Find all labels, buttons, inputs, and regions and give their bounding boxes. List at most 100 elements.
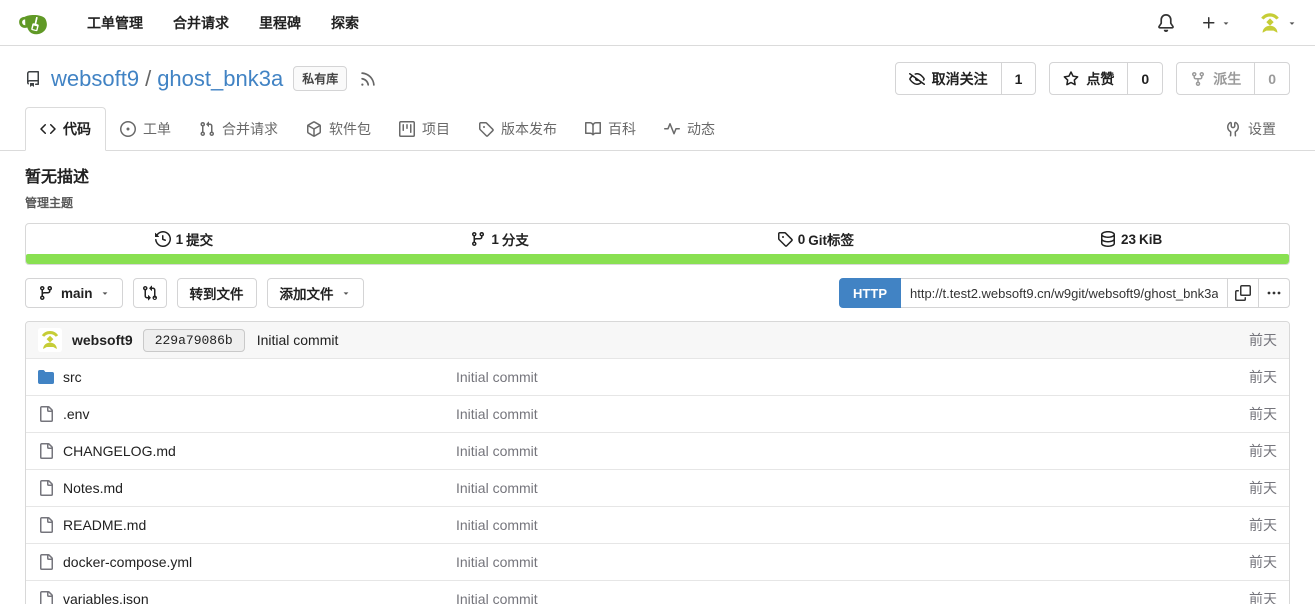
fork-icon (1190, 71, 1206, 87)
watchers-count[interactable]: 1 (1001, 63, 1036, 94)
rss-feed-icon[interactable] (359, 70, 377, 88)
file-link-src[interactable]: src (38, 369, 456, 385)
file-name: CHANGELOG.md (63, 443, 176, 459)
forks-count[interactable]: 0 (1254, 63, 1289, 94)
tab-wiki-label: 百科 (608, 119, 636, 139)
unwatch-label: 取消关注 (932, 69, 988, 89)
file-link-changelog[interactable]: CHANGELOG.md (38, 443, 456, 459)
star-button[interactable]: 点赞 (1050, 63, 1127, 94)
tab-projects[interactable]: 项目 (385, 108, 464, 150)
file-icon (38, 480, 54, 496)
repo-description-block: 暂无描述 管理主题 (0, 151, 1315, 217)
file-commit-message[interactable]: Initial commit (456, 480, 1249, 496)
branches-label: 分支 (502, 229, 529, 249)
file-commit-message[interactable]: Initial commit (456, 406, 1249, 422)
file-table: websoft9 229a79086b Initial commit 前天 sr… (25, 321, 1290, 604)
private-repo-badge: 私有库 (293, 66, 347, 91)
unwatch-button[interactable]: 取消关注 (896, 63, 1001, 94)
repo-name-link[interactable]: ghost_bnk3a (157, 66, 283, 92)
file-row: src Initial commit 前天 (26, 358, 1289, 395)
repo-stats-row: 1 提交 1 分支 0 Git标签 23 KiB (26, 224, 1289, 254)
file-name: README.md (63, 517, 146, 533)
fork-label: 派生 (1213, 69, 1241, 89)
more-options-button[interactable] (1259, 278, 1290, 308)
unwatch-button-group: 取消关注 1 (895, 62, 1037, 95)
file-link-variables[interactable]: variables.json (38, 591, 456, 604)
repo-tabs: 代码 工单 合并请求 软件包 项目 版本发布 百科 动态 设置 (0, 107, 1315, 151)
pulse-icon (664, 121, 680, 137)
file-commit-date: 前天 (1249, 478, 1277, 498)
tab-pull-requests[interactable]: 合并请求 (185, 108, 292, 150)
fork-button-group: 派生 0 (1176, 62, 1290, 95)
file-link-env[interactable]: .env (38, 406, 456, 422)
fork-button[interactable]: 派生 (1177, 63, 1254, 94)
file-commit-message[interactable]: Initial commit (456, 517, 1249, 533)
history-icon (155, 231, 171, 247)
file-link-docker-compose[interactable]: docker-compose.yml (38, 554, 456, 570)
commit-hash-link[interactable]: 229a79086b (143, 329, 245, 352)
file-link-notes[interactable]: Notes.md (38, 480, 456, 496)
tab-settings-label: 设置 (1248, 119, 1276, 139)
issue-opened-icon (120, 121, 136, 137)
top-navbar: 工单管理 合并请求 里程碑 探索 (0, 0, 1315, 46)
tab-activity[interactable]: 动态 (650, 108, 729, 150)
file-link-readme[interactable]: README.md (38, 517, 456, 533)
branch-selector-dropdown[interactable]: main (25, 278, 123, 308)
commits-label: 提交 (186, 229, 213, 249)
user-menu-dropdown[interactable] (1257, 10, 1297, 36)
goto-file-button[interactable]: 转到文件 (177, 278, 257, 308)
nav-item-explore[interactable]: 探索 (316, 13, 374, 33)
git-branch-icon (470, 231, 486, 247)
tab-code[interactable]: 代码 (25, 107, 106, 151)
stars-count[interactable]: 0 (1127, 63, 1162, 94)
notifications-bell-icon[interactable] (1157, 14, 1175, 32)
commits-stat[interactable]: 1 提交 (26, 224, 342, 254)
file-commit-date: 前天 (1249, 515, 1277, 535)
commit-author-avatar[interactable] (38, 328, 62, 352)
file-name: src (63, 369, 82, 385)
gitea-logo-icon[interactable] (18, 8, 48, 38)
add-file-label: 添加文件 (280, 283, 334, 303)
nav-item-pulls[interactable]: 合并请求 (158, 13, 244, 33)
chevron-down-icon (1287, 18, 1297, 28)
repo-size-stat[interactable]: 23 KiB (973, 224, 1289, 254)
nav-item-milestones[interactable]: 里程碑 (244, 13, 316, 33)
file-commit-message[interactable]: Initial commit (456, 369, 1249, 385)
file-commit-date: 前天 (1249, 441, 1277, 461)
file-commit-message[interactable]: Initial commit (456, 591, 1249, 604)
compare-branches-button[interactable] (133, 278, 167, 308)
clone-url-input[interactable] (901, 278, 1228, 308)
branches-stat[interactable]: 1 分支 (342, 224, 658, 254)
commit-message-link[interactable]: Initial commit (257, 332, 339, 348)
file-commit-message[interactable]: Initial commit (456, 443, 1249, 459)
http-protocol-button[interactable]: HTTP (839, 278, 901, 308)
repo-owner-link[interactable]: websoft9 (51, 66, 139, 92)
branch-toolbar: main 转到文件 添加文件 HTTP (25, 278, 1290, 308)
eye-closed-icon (909, 71, 925, 87)
tab-wiki[interactable]: 百科 (571, 108, 650, 150)
tab-packages[interactable]: 软件包 (292, 108, 385, 150)
tab-issues[interactable]: 工单 (106, 108, 185, 150)
repo-title: websoft9 / ghost_bnk3a (51, 66, 283, 92)
add-file-dropdown[interactable]: 添加文件 (267, 278, 364, 308)
repo-size-unit: KiB (1139, 232, 1162, 247)
copy-url-button[interactable] (1228, 278, 1259, 308)
file-commit-date: 前天 (1249, 404, 1277, 424)
tab-releases-label: 版本发布 (501, 119, 557, 139)
star-button-group: 点赞 0 (1049, 62, 1163, 95)
file-commit-date: 前天 (1249, 552, 1277, 572)
file-commit-date: 前天 (1249, 589, 1277, 604)
create-new-dropdown[interactable] (1201, 15, 1231, 31)
language-stats-bar[interactable] (26, 254, 1289, 264)
tab-pulls-label: 合并请求 (222, 119, 278, 139)
file-commit-message[interactable]: Initial commit (456, 554, 1249, 570)
tab-settings[interactable]: 设置 (1211, 108, 1290, 150)
user-avatar (1257, 10, 1283, 36)
tab-releases[interactable]: 版本发布 (464, 108, 571, 150)
file-name: variables.json (63, 591, 149, 604)
tags-stat[interactable]: 0 Git标签 (658, 224, 974, 254)
manage-topics-link[interactable]: 管理主题 (25, 194, 1290, 211)
commit-author-name[interactable]: websoft9 (72, 332, 133, 348)
nav-item-issues[interactable]: 工单管理 (72, 13, 158, 33)
tags-label: Git标签 (808, 229, 854, 249)
